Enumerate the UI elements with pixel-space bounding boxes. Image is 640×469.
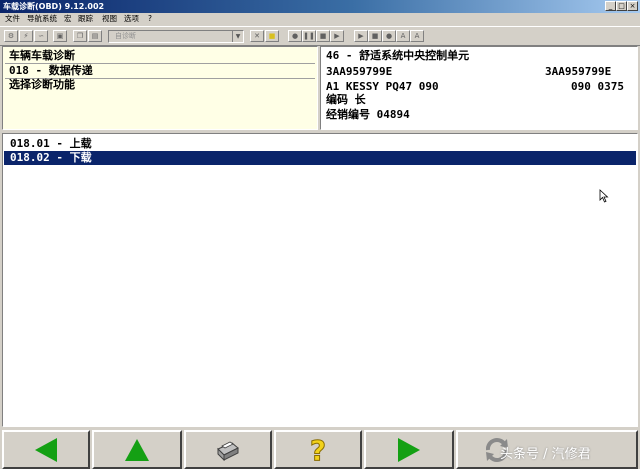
cursor-icon <box>599 189 609 203</box>
forward-button[interactable] <box>364 430 454 469</box>
cable-icon[interactable]: ∽ <box>34 30 48 42</box>
instruction-label: 选择诊断功能 <box>9 78 75 91</box>
play-icon[interactable]: ▶ <box>354 30 368 42</box>
copy-icon[interactable]: ❐ <box>73 30 87 42</box>
list-item-selected[interactable]: 018.02 - 下载 <box>4 151 636 165</box>
menu-macro[interactable]: 宏 <box>64 13 72 25</box>
stop-square-icon[interactable]: ■ <box>316 30 330 42</box>
control-unit-title: 46 - 舒适系统中央控制单元 <box>326 49 470 62</box>
function-list: 018.01 - 上载 018.02 - 下载 <box>2 133 638 427</box>
font-increase-icon[interactable]: A <box>396 30 410 42</box>
maximize-button[interactable]: □ <box>616 1 627 11</box>
toolbar: ⚙ ⚡ ∽ ▣ ❐ ▤ 自诊断 ▼ ✕ ■ ● ❚❚ ■ ▶ ▶ ■ ● A A <box>0 26 640 46</box>
menu-navigation[interactable]: 导航系统 <box>27 13 57 25</box>
skip-icon[interactable]: ▶ <box>330 30 344 42</box>
note-icon[interactable]: ■ <box>265 30 279 42</box>
menu-bar: 文件 导航系统 宏 跟踪 视图 选项 ? <box>0 13 640 25</box>
window-title: 车载诊断(OBD) 9.12.002 <box>3 2 105 11</box>
watermark-text: 头条号 / 汽修君 <box>500 447 591 462</box>
chevron-down-icon[interactable]: ▼ <box>232 31 243 42</box>
stop-icon[interactable]: ✕ <box>250 30 264 42</box>
save-icon[interactable]: ▣ <box>53 30 67 42</box>
coding-label: 编码 长 <box>326 93 366 106</box>
menu-help[interactable]: ? <box>148 13 152 25</box>
panel-heading: 车辆车载诊断 <box>9 49 75 62</box>
control-unit-panel: 46 - 舒适系统中央控制单元 3AA959799E 3AA959799E A1… <box>320 46 638 130</box>
list-item[interactable]: 018.01 - 上载 <box>4 137 636 151</box>
close-button[interactable]: × <box>627 1 638 11</box>
part-number: 3AA959799E <box>326 65 393 78</box>
dealer-number: 经销编号 04894 <box>326 108 410 121</box>
print-button[interactable] <box>184 430 272 469</box>
function-select[interactable]: 自诊断 ▼ <box>108 30 244 43</box>
up-button[interactable] <box>92 430 182 469</box>
help-icon: ? <box>309 436 326 464</box>
software-version: 090 0375 <box>571 80 624 93</box>
title-bar: 车载诊断(OBD) 9.12.002 _ □ × <box>0 0 640 13</box>
function-label: 018 - 数据传递 <box>9 64 93 77</box>
component-info: A1 KESSY PQ47 090 <box>326 80 439 93</box>
svg-text:?: ? <box>310 436 326 464</box>
connect-icon[interactable]: ⚙ <box>4 30 18 42</box>
minimize-button[interactable]: _ <box>605 1 616 11</box>
arrow-right-icon <box>398 437 420 462</box>
diagnose-icon[interactable]: ⚡ <box>19 30 33 42</box>
help-button[interactable]: ? <box>274 430 362 469</box>
stop-play-icon[interactable]: ■ <box>368 30 382 42</box>
vehicle-info-panel: 车辆车载诊断 018 - 数据传递 选择诊断功能 <box>2 46 318 130</box>
menu-view[interactable]: 视图 <box>102 13 117 25</box>
part-number-right: 3AA959799E <box>545 65 612 78</box>
arrow-left-icon <box>35 437 57 462</box>
print-icon[interactable]: ▤ <box>88 30 102 42</box>
pause-icon[interactable]: ❚❚ <box>302 30 316 42</box>
step-icon[interactable]: ● <box>382 30 396 42</box>
menu-options[interactable]: 选项 <box>124 13 139 25</box>
font-decrease-icon[interactable]: A <box>410 30 424 42</box>
arrow-up-icon <box>125 438 149 461</box>
printer-icon <box>217 441 239 461</box>
menu-trace[interactable]: 跟踪 <box>78 13 93 25</box>
record-icon[interactable]: ● <box>288 30 302 42</box>
menu-file[interactable]: 文件 <box>5 13 20 25</box>
back-button[interactable] <box>2 430 90 469</box>
